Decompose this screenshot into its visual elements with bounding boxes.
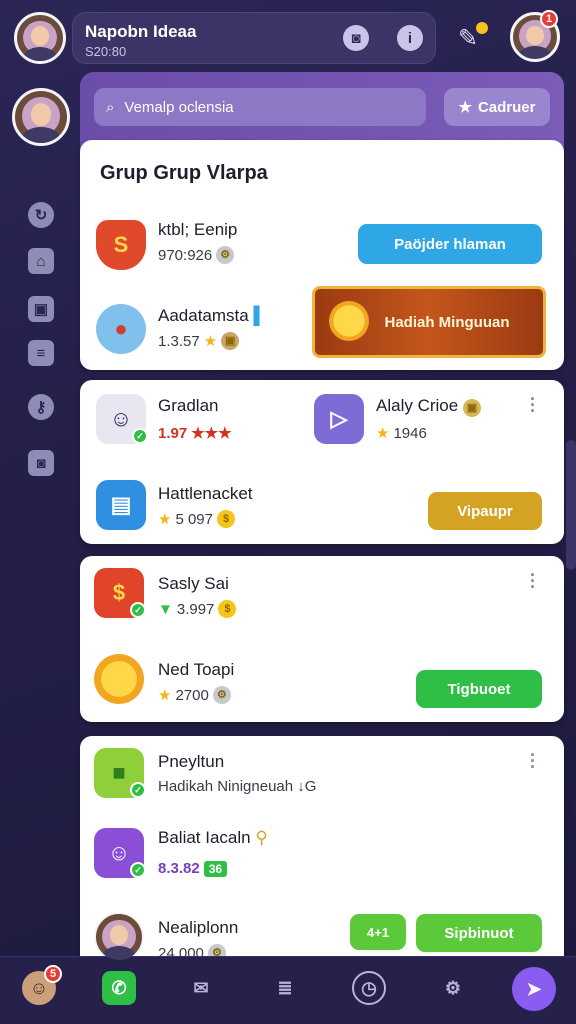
green-action-button[interactable]: Sipbinuot — [416, 914, 542, 952]
check-icon: ✓ — [132, 428, 148, 444]
sun-icon — [94, 654, 144, 704]
nav-list-icon[interactable]: ≣ — [268, 971, 302, 1005]
shield-icon: S — [96, 220, 146, 270]
list-item-title: Baliat Iacaln ⚲ — [158, 828, 268, 847]
refresh-icon[interactable]: ↻ — [28, 202, 54, 228]
green-action-button[interactable]: Tigbuoet — [416, 670, 542, 708]
user-points: S20:80 — [85, 44, 127, 59]
sidebar-avatar[interactable] — [12, 88, 70, 146]
info-icon[interactable]: i — [397, 25, 423, 51]
search-icon: ⌕ — [106, 98, 115, 116]
sun-icon — [329, 301, 369, 341]
search-button-label: Cadruer — [477, 98, 536, 116]
bag-icon: ● — [96, 304, 146, 354]
level-badge: 36 — [203, 860, 228, 877]
list-item-sub: 1.97 ★★★ — [158, 424, 232, 443]
blue-action-button[interactable]: Paöjder hlaman — [358, 224, 542, 264]
weekly-reward-banner[interactable]: Hadiah Minguuan — [312, 286, 546, 358]
small-green-button[interactable]: 4+1 — [350, 914, 406, 950]
list-item-sub: ★ 1946 — [376, 424, 427, 443]
home-icon[interactable]: ⌂ — [28, 248, 54, 274]
list-item-title: Pneyltun — [158, 752, 225, 771]
camera-side-icon[interactable]: ◙ — [28, 450, 54, 476]
calendar-icon: ▤ — [96, 480, 146, 530]
nav-clock-icon[interactable]: ◷ — [352, 971, 386, 1005]
more-menu-icon[interactable]: · · · — [528, 746, 538, 776]
list-item-title: Nealiplonn — [158, 918, 239, 937]
bottom-nav: ☺ 5 ✆ ✉ ≣ ◷ ⚙ ➤ — [0, 956, 576, 1024]
list-item-sub: 970:926 ⚙ — [158, 246, 235, 264]
gold-action-button[interactable]: Vipaupr — [428, 492, 542, 530]
friend-notification-badge: 1 — [540, 10, 558, 28]
activity-card: ☺ ✓ Gradlan 1.97 ★★★ ▷ Alaly Crioe ▣ ★ 194… — [80, 380, 564, 544]
sidebar: ↻ ⌂ ▣ ≡ ⚷ ◙ — [0, 76, 80, 956]
list-item-sub: ▼ 3.997 $ — [158, 600, 237, 618]
more-menu-icon[interactable]: · · · — [528, 390, 538, 420]
list-item-title: Sasly Sai — [158, 574, 229, 593]
star-icon: ★ — [458, 99, 472, 116]
avatar — [94, 912, 144, 962]
rewards-card: $ ✓ Sasly Sai ▼ 3.997 $ · · · Ned Toapi ★ 270… — [80, 556, 564, 722]
profile-avatar[interactable] — [14, 12, 66, 64]
list-item-sub: Hadikah Ninigneuah ↓G — [158, 778, 317, 795]
scrollbar[interactable] — [566, 440, 576, 570]
list-item-title: ktbl; Eenip — [158, 220, 238, 239]
camera-icon[interactable]: ◙ — [343, 25, 369, 51]
list-item-sub: 1.3.57 ★ ▣ — [158, 332, 240, 350]
list-item-title: Ned Toapi — [158, 660, 235, 679]
banner-label: Hadiah Minguuan — [384, 313, 510, 331]
friends-card: ■ ✓ Pneyltun Hadikah Ninigneuah ↓G · · · ☺… — [80, 736, 564, 976]
search-placeholder: Vemalp oclensia — [124, 98, 234, 116]
list-item-title: Alaly Crioe ▣ — [376, 396, 481, 417]
user-name: Napobn Ideaa — [85, 22, 197, 41]
check-icon: ✓ — [130, 782, 146, 798]
key-icon[interactable]: ⚷ — [28, 394, 54, 420]
search-filter-button[interactable]: ★ Cadruer — [444, 88, 550, 126]
list-item-title: Hattlenacket — [158, 484, 253, 503]
list-item-sub: ★ 2700 ⚙ — [158, 686, 231, 704]
chat-notification-button[interactable]: ✎ — [448, 18, 488, 58]
gift-icon[interactable]: ▣ — [28, 296, 54, 322]
page-title: Grup Grup Vlarpa — [100, 162, 268, 184]
search-input[interactable]: ⌕ Vemalp oclensia — [94, 88, 426, 126]
list-icon[interactable]: ≡ — [28, 340, 54, 366]
nav-badge: 5 — [44, 965, 62, 983]
check-icon: ✓ — [130, 602, 146, 618]
top-bar: Napobn Ideaa S20:80 ◙ i ✎ 1 — [0, 0, 576, 76]
list-item-sub: ★ 5 097 $ — [158, 510, 235, 528]
list-item-title: Gradlan — [158, 396, 219, 415]
list-item-title: Aadatamsta ▌ — [158, 306, 266, 325]
nav-settings-icon[interactable]: ⚙ — [436, 971, 470, 1005]
play-icon: ▷ — [314, 394, 364, 444]
nav-chat-icon[interactable]: ✆ — [102, 971, 136, 1005]
nav-send-icon[interactable]: ➤ — [512, 967, 556, 1011]
user-info-pill[interactable]: Napobn Ideaa S20:80 ◙ i — [72, 12, 436, 64]
check-icon: ✓ — [130, 862, 146, 878]
nav-message-icon[interactable]: ✉ — [184, 971, 218, 1005]
more-menu-icon[interactable]: · · · — [528, 566, 538, 596]
notification-dot — [476, 22, 488, 34]
group-card: Grup Grup Vlarpa S ktbl; Eenip 970:926 ⚙ … — [80, 140, 564, 370]
list-item-sub: 8.3.82 36 — [158, 860, 228, 877]
